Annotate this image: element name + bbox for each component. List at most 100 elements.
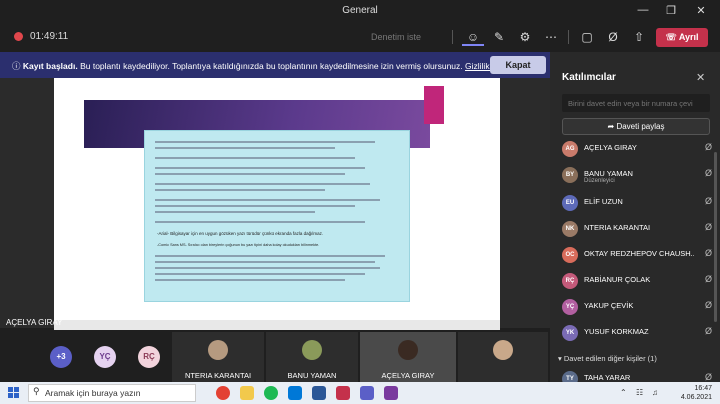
recording-banner: ⓘ Kayıt başladı. Bu toplantı kaydediliyo… (0, 52, 550, 78)
panel-title: Katılımcılar (562, 72, 616, 83)
slide-content-box: -Arial- Bilgisayar için en uygun gözüken… (144, 130, 410, 302)
participant-row[interactable]: EU ELİF UZUN Ø (562, 192, 712, 216)
mic-muted-icon[interactable]: Ø (705, 222, 712, 232)
share-icon: ➦ (607, 122, 615, 131)
participant-row[interactable]: YK YUSUF KORKMAZ Ø (562, 322, 712, 346)
mic-muted-icon[interactable]: Ø (705, 142, 712, 152)
slide-text-line (155, 167, 365, 169)
close-panel-icon[interactable]: ✕ (696, 71, 705, 84)
app-icon[interactable] (384, 386, 398, 400)
mic-muted-icon[interactable]: Ø (705, 372, 712, 382)
minimize-icon[interactable]: — (632, 4, 654, 16)
mic-muted-icon[interactable]: Ø (705, 248, 712, 258)
participant-avatar: OC (562, 247, 578, 263)
clock-date: 4.06.2021 (680, 394, 712, 401)
chat-icon[interactable]: ✎ (488, 28, 510, 46)
recording-message: Bu toplantı kaydediliyor. Toplantıya kat… (80, 61, 463, 71)
overflow-participants-badge[interactable]: +3 (50, 346, 72, 368)
mic-muted-icon[interactable]: Ø (705, 326, 712, 336)
hangup-icon: ☏ (665, 32, 677, 42)
taskbar-clock[interactable]: 16:47 4.06.2021 (668, 384, 712, 402)
search-icon: ⚲ (33, 386, 40, 396)
participant-photo (398, 340, 418, 360)
spotify-icon[interactable] (264, 386, 278, 400)
participant-avatar: RÇ (562, 273, 578, 289)
participant-name: BANU YAMAN (584, 169, 633, 178)
camera-off-icon[interactable]: ▢ (576, 28, 598, 46)
participant-tile-name: AÇELYA GIRAY (381, 371, 435, 380)
slide-accent (424, 86, 444, 124)
participant-tile[interactable]: AÇELYA GIRAY (360, 332, 456, 382)
recording-started-label: Kayıt başladı. (22, 61, 78, 71)
slide-bold-bullet: -Comic Sans MS- Sıralıcı olan bireylerin… (157, 243, 320, 247)
presenter-name: AÇELYA GIRAY (6, 318, 63, 327)
slide-text-line (155, 261, 375, 263)
mic-muted-icon[interactable]: Ø (705, 196, 712, 206)
mic-muted-icon[interactable]: Ø (705, 300, 712, 310)
teams-icon[interactable] (360, 386, 374, 400)
participant-row[interactable]: AG AÇELYA GIRAY Ø (562, 138, 712, 162)
participant-row[interactable]: OC OKTAY REDZHEPOV CHAUSH... Ø (562, 244, 712, 268)
participant-tile[interactable]: BANU YAMAN (266, 332, 358, 382)
slide-bold-bullet: -Arial- Bilgisayar için en uygun gözüken… (157, 231, 324, 236)
window-title: General (342, 5, 378, 16)
network-icon[interactable]: ☷ (636, 388, 643, 397)
mic-muted-icon[interactable]: Ø (705, 274, 712, 284)
share-screen-icon[interactable]: ⇧ (628, 28, 650, 46)
slide-text-line (155, 199, 380, 201)
file-explorer-icon[interactable] (240, 386, 254, 400)
shared-screen-stage: -Arial- Bilgisayar için en uygun gözüken… (0, 78, 550, 330)
slide-text-line (155, 267, 380, 269)
tray-chevron-icon[interactable]: ⌃ (620, 388, 627, 397)
meeting-timer: 01:49:11 (30, 31, 69, 42)
request-control-button[interactable]: Denetim iste (348, 28, 444, 46)
mic-muted-icon[interactable]: Ø (705, 168, 712, 178)
mic-off-icon[interactable]: Ø (602, 28, 624, 46)
invited-section-header[interactable]: ▾ Davet edilen diğer kişiler (1) (558, 354, 657, 363)
chrome-icon[interactable] (216, 386, 230, 400)
slide-text-line (155, 141, 375, 143)
slide-text-line (155, 157, 355, 159)
participant-row[interactable]: TYTAHA YARARYanıt yokØ (562, 368, 712, 382)
recording-icon (14, 32, 23, 41)
meeting-toolbar: 01:49:11 Denetim iste ☺ ✎ ⚙ ⋯ ▢ Ø ⇧ ☏ Ay… (0, 22, 720, 52)
participant-role: Düzenleyici (584, 178, 615, 184)
powerpoint-icon[interactable] (336, 386, 350, 400)
participants-icon[interactable]: ☺ (462, 28, 484, 46)
slide-text-line (155, 279, 345, 281)
slide-text-line (155, 183, 370, 185)
leave-label: Ayrıl (678, 32, 699, 42)
edge-icon[interactable] (288, 386, 302, 400)
taskbar-search-box[interactable]: Aramak için buraya yazın (28, 384, 196, 402)
participant-avatar: BY (562, 167, 578, 183)
participant-row[interactable]: BY BANU YAMAN Düzenleyici Ø (562, 164, 712, 188)
volume-icon[interactable]: ♫ (652, 388, 658, 397)
participant-row[interactable]: YÇ YAKUP ÇEVİK Ø (562, 296, 712, 320)
participant-row[interactable]: RÇ RABİANUR ÇOLAK Ø (562, 270, 712, 294)
maximize-icon[interactable]: ❐ (660, 4, 682, 17)
participant-name: ELİF UZUN (584, 197, 623, 206)
slide-text-line (155, 221, 365, 223)
share-invite-button[interactable]: ➦ Daveti paylaş (562, 118, 710, 135)
clock-time: 16:47 (694, 385, 712, 392)
breakout-rooms-icon[interactable]: ⚙ (514, 28, 536, 46)
participant-row[interactable]: NK NTERIA KARANTAI Ø (562, 218, 712, 242)
participant-avatar: AG (562, 141, 578, 157)
participant-name: TAHA YARAR (584, 373, 631, 382)
close-window-icon[interactable]: ✕ (690, 4, 712, 17)
word-icon[interactable] (312, 386, 326, 400)
participant-avatar[interactable]: YÇ (94, 346, 116, 368)
participant-avatar[interactable]: RÇ (138, 346, 160, 368)
participant-name: YUSUF KORKMAZ (584, 327, 649, 336)
participant-tile[interactable] (458, 332, 548, 382)
more-actions-icon[interactable]: ⋯ (540, 28, 562, 46)
leave-button[interactable]: ☏ Ayrıl (656, 28, 708, 47)
invite-input[interactable] (562, 94, 710, 112)
participant-name: AÇELYA GIRAY (584, 143, 637, 152)
close-banner-button[interactable]: Kapat (490, 56, 546, 74)
participant-photo (208, 340, 228, 360)
shared-screen-taskbar (54, 320, 500, 330)
participant-name: RABİANUR ÇOLAK (584, 275, 651, 284)
windows-start-icon[interactable] (8, 387, 20, 399)
participant-tile[interactable]: NTERIA KARANTAI (172, 332, 264, 382)
